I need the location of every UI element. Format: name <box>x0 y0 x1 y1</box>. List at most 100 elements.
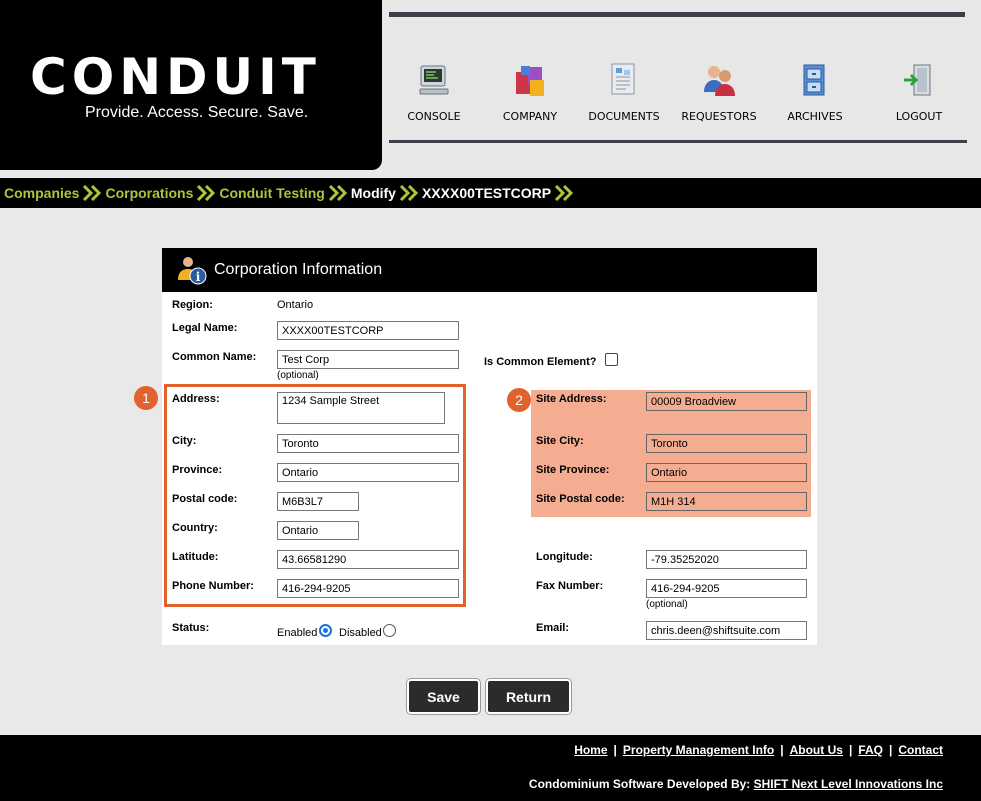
nav-company-label: COMPANY <box>502 110 558 123</box>
footer-developer-link[interactable]: SHIFT Next Level Innovations Inc <box>754 777 943 791</box>
city-label: City: <box>172 435 197 447</box>
nav-console[interactable]: CONSOLE <box>389 62 479 123</box>
province-field[interactable] <box>277 463 459 482</box>
nav-requestors-label: REQUESTORS <box>681 110 757 123</box>
common-name-label: Common Name: <box>172 351 257 363</box>
footer-separator: | <box>848 743 853 757</box>
logo: CONDUIT <box>30 48 321 106</box>
chevron-right-icon <box>83 185 102 201</box>
documents-icon <box>611 63 635 95</box>
nav-archives[interactable]: ARCHIVES <box>770 62 860 123</box>
svg-text:i: i <box>196 270 201 284</box>
nav-documents-label: DOCUMENTS <box>588 110 660 123</box>
breadcrumb-modify: Modify <box>350 185 396 201</box>
footer: Home | Property Management Info | About Us | F… <box>0 735 981 801</box>
country-label: Country: <box>172 522 218 534</box>
enabled-label: Enabled <box>277 627 318 639</box>
annotation-badge-1: 1 <box>134 386 158 410</box>
tagline: Provide. Access. Secure. Save. <box>85 104 309 121</box>
site-city-field[interactable] <box>646 434 807 453</box>
email-label: Email: <box>536 622 570 634</box>
logout-icon <box>904 64 931 96</box>
chevron-right-icon <box>328 185 347 201</box>
nav-divider-top <box>389 12 965 17</box>
footer-link-about[interactable]: About Us <box>790 743 843 757</box>
common-name-hint: (optional) <box>277 370 319 381</box>
nav-company[interactable]: COMPANY <box>485 62 575 123</box>
disabled-radio[interactable] <box>383 624 396 637</box>
console-icon <box>419 65 449 95</box>
breadcrumb-corporations[interactable]: Corporations <box>105 185 193 201</box>
nav-logout-label: LOGOUT <box>895 110 943 123</box>
site-postal-label: Site Postal code: <box>536 493 625 505</box>
legal-name-label: Legal Name: <box>172 322 238 334</box>
phone-field[interactable] <box>277 579 459 598</box>
site-province-field[interactable] <box>646 463 807 482</box>
corporation-info-icon: i <box>178 257 207 285</box>
footer-link-property-management[interactable]: Property Management Info <box>623 743 774 757</box>
footer-separator: | <box>780 743 784 757</box>
site-city-label: Site City: <box>536 435 584 447</box>
phone-label: Phone Number: <box>172 580 254 592</box>
address-field[interactable]: 1234 Sample Street <box>277 392 445 424</box>
save-button[interactable]: Save <box>407 679 480 714</box>
return-button[interactable]: Return <box>486 679 571 714</box>
common-name-field[interactable] <box>277 350 459 369</box>
requestors-icon <box>704 66 735 96</box>
country-field[interactable] <box>277 521 359 540</box>
corporation-panel: i Corporation Information 1 2 Region: On… <box>134 248 817 645</box>
email-field[interactable] <box>646 621 807 640</box>
footer-links: Home | Property Management Info | About Us | F… <box>574 743 943 757</box>
nav-divider-bottom <box>389 140 967 143</box>
footer-developer: Condominium Software Developed By: SHIFT… <box>529 777 943 791</box>
enabled-radio[interactable] <box>319 624 332 637</box>
longitude-field[interactable] <box>646 550 807 569</box>
breadcrumb-companies[interactable]: Companies <box>4 185 79 201</box>
panel-header: i Corporation Information <box>162 248 817 292</box>
status-label: Status: <box>172 622 210 634</box>
company-icon <box>516 66 544 96</box>
common-element-checkbox[interactable] <box>605 353 618 366</box>
fax-label: Fax Number: <box>536 580 604 592</box>
province-label: Province: <box>172 464 223 476</box>
nav-console-label: CONSOLE <box>407 110 461 123</box>
annotation-badge-2: 2 <box>507 388 531 412</box>
breadcrumb: Companies Corporations Conduit Testing M… <box>0 178 981 208</box>
longitude-label: Longitude: <box>536 551 593 563</box>
site-address-label: Site Address: <box>536 393 607 405</box>
latitude-field[interactable] <box>277 550 459 569</box>
chevron-right-icon <box>555 185 574 201</box>
region-value: Ontario <box>277 299 314 311</box>
breadcrumb-current: XXXX00TESTCORP <box>421 185 552 201</box>
chevron-right-icon <box>197 185 216 201</box>
footer-link-home[interactable]: Home <box>574 743 607 757</box>
legal-name-field[interactable] <box>277 321 459 340</box>
site-postal-field[interactable] <box>646 492 807 511</box>
region-label: Region: <box>172 299 213 311</box>
disabled-label: Disabled <box>339 627 382 639</box>
site-address-field[interactable] <box>646 392 807 411</box>
fax-hint: (optional) <box>646 599 688 610</box>
archives-icon <box>803 64 825 96</box>
nav-documents[interactable]: DOCUMENTS <box>579 62 669 123</box>
panel-title: Corporation Information <box>214 261 383 278</box>
footer-separator: | <box>888 743 893 757</box>
fax-field[interactable] <box>646 579 807 598</box>
nav-requestors[interactable]: REQUESTORS <box>674 62 764 123</box>
logo-area: CONDUIT Provide. Access. Secure. Save. <box>0 0 382 170</box>
footer-link-faq[interactable]: FAQ <box>858 743 883 757</box>
chevron-right-icon <box>399 185 419 201</box>
footer-separator: | <box>613 743 617 757</box>
nav-archives-label: ARCHIVES <box>787 110 843 123</box>
postal-code-label: Postal code: <box>172 493 238 505</box>
common-element-label: Is Common Element? <box>484 356 597 368</box>
postal-code-field[interactable] <box>277 492 359 511</box>
footer-developer-prefix: Condominium Software Developed By: <box>528 777 751 791</box>
latitude-label: Latitude: <box>172 551 219 563</box>
footer-link-contact[interactable]: Contact <box>898 743 943 757</box>
breadcrumb-conduit-testing[interactable]: Conduit Testing <box>219 185 325 201</box>
city-field[interactable] <box>277 434 459 453</box>
address-label: Address: <box>172 393 220 405</box>
site-province-label: Site Province: <box>536 464 610 476</box>
nav-logout[interactable]: LOGOUT <box>874 62 964 123</box>
